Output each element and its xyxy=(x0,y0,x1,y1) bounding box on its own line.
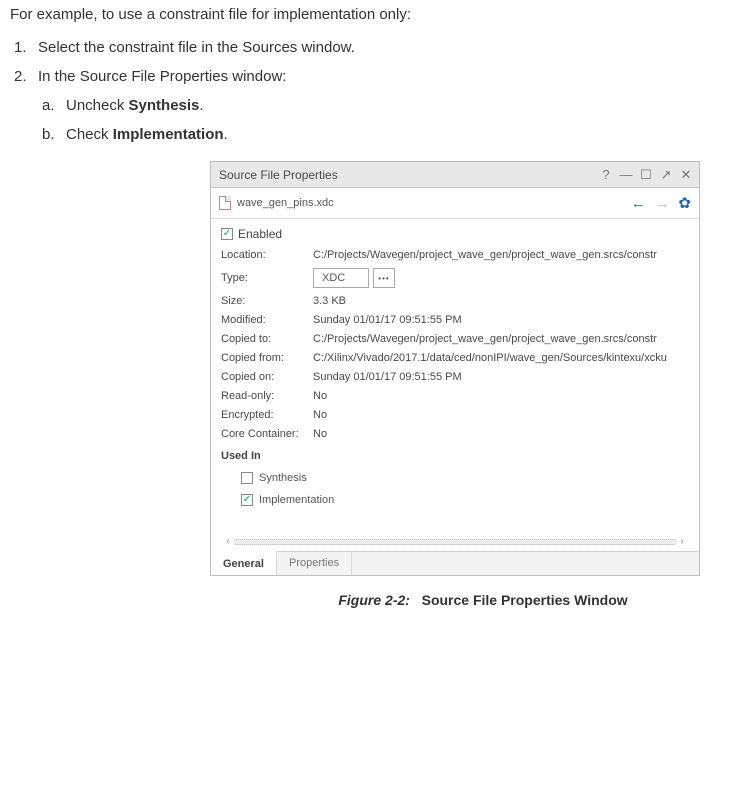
step-2b-pre: Check xyxy=(66,126,113,143)
modified-value: Sunday 01/01/17 09:51:55 PM xyxy=(313,314,689,326)
copied-from-label: Copied from: xyxy=(221,352,313,364)
float-icon[interactable]: ↗ xyxy=(659,168,673,182)
figure-title: Source File Properties Window xyxy=(422,592,628,608)
copied-to-value: C:/Projects/Wavegen/project_wave_gen/pro… xyxy=(313,333,689,345)
step-2a-bold: Synthesis xyxy=(129,97,200,114)
step-2a: Uncheck Synthesis. xyxy=(38,97,746,114)
step-2-text: In the Source File Properties window: xyxy=(38,68,286,85)
step-2a-pre: Uncheck xyxy=(66,97,129,114)
step-2a-post: . xyxy=(199,97,203,114)
copied-on-value: Sunday 01/01/17 09:51:55 PM xyxy=(313,371,689,383)
filename-text: wave_gen_pins.xdc xyxy=(237,197,334,209)
figure-number: Figure 2-2: xyxy=(338,592,410,608)
size-row: Size: 3.3 KB xyxy=(221,295,689,307)
size-label: Size: xyxy=(221,295,313,307)
step-2b-bold: Implementation xyxy=(113,126,224,143)
ordered-steps: Select the constraint file in the Source… xyxy=(10,39,746,143)
step-2: In the Source File Properties window: Un… xyxy=(10,68,746,143)
scroll-right-icon[interactable]: › xyxy=(677,536,687,547)
read-only-label: Read-only: xyxy=(221,390,313,402)
type-field[interactable]: XDC xyxy=(313,268,369,288)
encrypted-row: Encrypted: No xyxy=(221,409,689,421)
copied-from-row: Copied from: C:/Xilinx/Vivado/2017.1/dat… xyxy=(221,352,689,364)
core-container-label: Core Container: xyxy=(221,428,313,440)
copied-from-value: C:/Xilinx/Vivado/2017.1/data/ced/nonIPI/… xyxy=(313,352,689,364)
location-row: Location: C:/Projects/Wavegen/project_wa… xyxy=(221,249,689,261)
synthesis-label: Synthesis xyxy=(259,472,307,484)
type-browse-button[interactable]: ••• xyxy=(373,268,395,288)
size-value: 3.3 KB xyxy=(313,295,689,307)
close-icon[interactable]: ✕ xyxy=(679,168,693,182)
settings-gear-icon[interactable]: ✿ xyxy=(678,194,691,212)
location-label: Location: xyxy=(221,249,313,261)
read-only-row: Read-only: No xyxy=(221,390,689,402)
step-1: Select the constraint file in the Source… xyxy=(10,39,746,56)
enabled-checkbox-row[interactable]: ✓ Enabled xyxy=(221,227,689,241)
implementation-label: Implementation xyxy=(259,494,334,506)
synthesis-checkbox[interactable] xyxy=(241,472,253,484)
core-container-row: Core Container: No xyxy=(221,428,689,440)
copied-to-label: Copied to: xyxy=(221,333,313,345)
previous-arrow-icon[interactable]: ← xyxy=(630,195,646,211)
tab-general[interactable]: General xyxy=(211,551,277,575)
location-value: C:/Projects/Wavegen/project_wave_gen/pro… xyxy=(313,249,689,261)
horizontal-scrollbar[interactable]: ‹ › xyxy=(221,536,689,547)
used-in-heading: Used In xyxy=(221,450,689,462)
type-row: Type: XDC ••• xyxy=(221,268,689,288)
file-row: wave_gen_pins.xdc ← → ✿ xyxy=(211,188,699,219)
enabled-checkbox[interactable]: ✓ xyxy=(221,228,233,240)
core-container-value: No xyxy=(313,428,689,440)
intro-text: For example, to use a constraint file fo… xyxy=(10,6,746,23)
tab-properties[interactable]: Properties xyxy=(277,552,352,575)
panel-title: Source File Properties xyxy=(219,168,338,182)
file-icon xyxy=(219,196,231,210)
implementation-checkbox[interactable]: ✓ xyxy=(241,494,253,506)
encrypted-label: Encrypted: xyxy=(221,409,313,421)
read-only-value: No xyxy=(313,390,689,402)
minimize-icon[interactable]: — xyxy=(619,168,633,182)
help-icon[interactable]: ? xyxy=(599,168,613,182)
bottom-tabs: General Properties xyxy=(211,551,699,575)
modified-label: Modified: xyxy=(221,314,313,326)
step-2b-post: . xyxy=(224,126,228,143)
next-arrow-icon[interactable]: → xyxy=(654,195,670,211)
copied-on-row: Copied on: Sunday 01/01/17 09:51:55 PM xyxy=(221,371,689,383)
enabled-label: Enabled xyxy=(238,227,282,241)
titlebar-icons: ? — ☐ ↗ ✕ xyxy=(599,168,693,182)
source-file-properties-panel: Source File Properties ? — ☐ ↗ ✕ wave_ge… xyxy=(210,161,700,576)
panel-body: ✓ Enabled Location: C:/Projects/Wavegen/… xyxy=(211,219,699,551)
implementation-checkbox-row[interactable]: ✓ Implementation xyxy=(241,494,689,506)
panel-titlebar: Source File Properties ? — ☐ ↗ ✕ xyxy=(211,162,699,188)
synthesis-checkbox-row[interactable]: Synthesis xyxy=(241,472,689,484)
maximize-icon[interactable]: ☐ xyxy=(639,168,653,182)
encrypted-value: No xyxy=(313,409,689,421)
figure-caption: Figure 2-2: Source File Properties Windo… xyxy=(210,592,756,608)
copied-on-label: Copied on: xyxy=(221,371,313,383)
scroll-track[interactable] xyxy=(233,539,677,545)
type-label: Type: xyxy=(221,272,313,284)
scroll-left-icon[interactable]: ‹ xyxy=(223,536,233,547)
substeps: Uncheck Synthesis. Check Implementation. xyxy=(38,97,746,143)
copied-to-row: Copied to: C:/Projects/Wavegen/project_w… xyxy=(221,333,689,345)
modified-row: Modified: Sunday 01/01/17 09:51:55 PM xyxy=(221,314,689,326)
step-2b: Check Implementation. xyxy=(38,126,746,143)
